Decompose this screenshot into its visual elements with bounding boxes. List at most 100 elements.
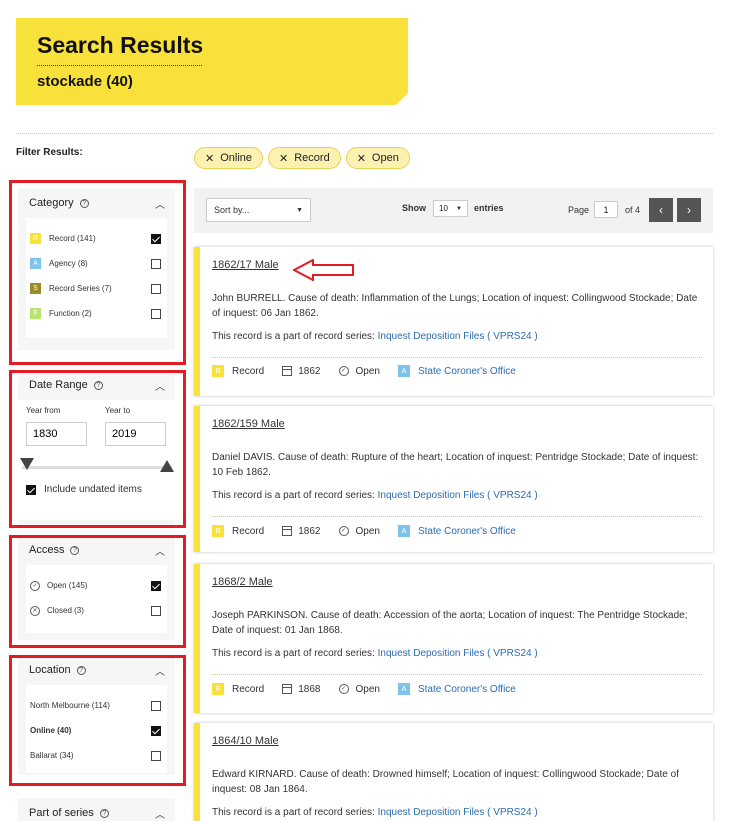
x-icon[interactable]: ✕ — [357, 152, 366, 165]
x-icon[interactable]: ✕ — [279, 152, 288, 165]
filter-chip-open[interactable]: ✕ Open — [345, 147, 410, 169]
meta-year: 1862 — [282, 365, 321, 377]
agency-tag-icon: A — [397, 525, 410, 537]
meta-agency: A State Coroner's Office — [397, 683, 516, 695]
record-tag-icon: R — [212, 525, 224, 537]
highlight-box-access — [9, 535, 186, 648]
chip-label: Open — [371, 152, 399, 164]
result-description: Edward KIRNARD. Cause of death: Drowned … — [212, 769, 679, 795]
result-title-link[interactable]: 1862/17 Male — [212, 259, 279, 271]
calendar-icon — [282, 366, 293, 376]
check-circle-icon: ✓ — [338, 526, 349, 536]
meta-type: R Record — [212, 683, 264, 695]
panel-title: Part of series — [29, 807, 94, 819]
search-results-header: Search Results stockade (40) — [16, 18, 408, 105]
meta-year: 1868 — [282, 683, 321, 695]
page-total: of 4 — [625, 205, 641, 215]
check-circle-icon: ✓ — [338, 366, 349, 376]
result-card: 1862/159 Male Daniel DAVIS. Cause of dea… — [194, 406, 713, 552]
result-meta: R Record 1868 ✓ Open A State Coroner's Offi… — [212, 683, 534, 695]
meta-type: R Record — [212, 525, 264, 537]
x-icon[interactable]: ✕ — [205, 152, 214, 165]
result-title-link[interactable]: 1862/159 Male — [212, 418, 285, 430]
series-link[interactable]: Inquest Deposition Files ( VPRS24 ) — [378, 331, 538, 342]
agency-link[interactable]: State Coroner's Office — [418, 526, 516, 537]
part-of-series-panel-header[interactable]: Part of series ? ︿ — [18, 798, 175, 821]
sort-placeholder: Sort by... — [214, 205, 250, 215]
series-link[interactable]: Inquest Deposition Files ( VPRS24 ) — [378, 648, 538, 659]
result-card: 1868/2 Male Joseph PARKINSON. Cause of d… — [194, 564, 713, 713]
series-link[interactable]: Inquest Deposition Files ( VPRS24 ) — [378, 807, 538, 818]
entries-per-page-value: 10 — [439, 204, 448, 213]
series-prefix: This record is a part of record series: — [212, 648, 375, 659]
next-page-button[interactable]: › — [677, 198, 701, 222]
meta-type-label: Record — [232, 683, 265, 695]
meta-year-label: 1862 — [298, 365, 321, 377]
meta-type: R Record — [212, 365, 264, 377]
result-title-link[interactable]: 1868/2 Male — [212, 576, 273, 588]
result-card: 1862/17 Male John BURRELL. Cause of deat… — [194, 247, 713, 396]
chevron-up-icon[interactable]: ︿ — [155, 806, 165, 821]
red-arrow-annotation — [293, 259, 354, 281]
result-meta: R Record 1862 ✓ Open A State Coroner's Offi… — [212, 525, 534, 537]
chip-label: Record — [294, 152, 330, 164]
meta-agency: A State Coroner's Office — [397, 365, 516, 377]
chevron-right-icon: › — [687, 203, 691, 217]
entries-label: entries — [474, 203, 504, 213]
result-meta: R Record 1862 ✓ Open A State Coroner's Offi… — [212, 365, 534, 377]
filter-chip-online[interactable]: ✕ Online — [194, 147, 264, 169]
result-series-line: This record is a part of record series: … — [212, 490, 538, 501]
result-series-line: This record is a part of record series: … — [212, 331, 538, 342]
entries-per-page-select[interactable]: 10 ▼ — [433, 200, 468, 217]
meta-year: 1862 — [282, 525, 321, 537]
sort-select[interactable]: Sort by... ▼ — [206, 198, 311, 222]
page-title: Search Results — [37, 32, 204, 58]
card-divider — [212, 674, 702, 675]
agency-link[interactable]: State Coroner's Office — [418, 684, 516, 695]
active-filters: ✕ Online ✕ Record ✕ Open — [194, 147, 410, 169]
help-icon[interactable]: ? — [99, 808, 109, 818]
highlight-box-location — [9, 655, 186, 786]
search-query-count: stockade (40) — [37, 73, 133, 90]
series-prefix: This record is a part of record series: — [212, 807, 375, 818]
record-tag-icon: R — [212, 365, 224, 377]
agency-tag-icon: A — [397, 683, 410, 695]
highlight-box-category — [9, 180, 186, 365]
filter-results-label: Filter Results: — [16, 147, 83, 158]
card-divider — [212, 357, 702, 358]
prev-page-button[interactable]: ‹ — [649, 198, 673, 222]
dropdown-arrow-icon: ▼ — [296, 206, 303, 214]
result-series-line: This record is a part of record series: … — [212, 807, 538, 818]
meta-access: ✓ Open — [338, 526, 380, 537]
show-label: Show — [402, 203, 426, 213]
agency-tag-icon: A — [397, 365, 410, 377]
agency-link[interactable]: State Coroner's Office — [418, 366, 516, 377]
meta-agency: A State Coroner's Office — [397, 525, 516, 537]
check-circle-icon: ✓ — [338, 684, 349, 694]
result-description: Joseph PARKINSON. Cause of death: Access… — [212, 610, 688, 636]
result-title-link[interactable]: 1864/10 Male — [212, 735, 279, 747]
meta-access-label: Open — [355, 365, 380, 377]
calendar-icon — [282, 526, 293, 536]
meta-year-label: 1862 — [298, 525, 321, 537]
result-series-line: This record is a part of record series: … — [212, 648, 538, 659]
meta-type-label: Record — [232, 525, 265, 537]
meta-year-label: 1868 — [298, 683, 321, 695]
result-card: 1864/10 Male Edward KIRNARD. Cause of de… — [194, 723, 713, 821]
meta-access: ✓ Open — [338, 365, 380, 377]
series-prefix: This record is a part of record series: — [212, 331, 375, 342]
meta-type-label: Record — [232, 365, 265, 377]
header-corner-cut — [396, 93, 408, 105]
result-description: Daniel DAVIS. Cause of death: Rupture of… — [212, 452, 699, 478]
page-label: Page — [568, 205, 590, 215]
page-number-input[interactable]: 1 — [594, 201, 618, 218]
result-description: John BURRELL. Cause of death: Inflammati… — [212, 293, 698, 319]
card-divider — [212, 516, 702, 517]
meta-access-label: Open — [355, 683, 380, 695]
series-link[interactable]: Inquest Deposition Files ( VPRS24 ) — [378, 490, 538, 501]
title-divider — [37, 65, 202, 66]
chevron-left-icon: ‹ — [659, 203, 663, 217]
series-prefix: This record is a part of record series: — [212, 490, 375, 501]
filter-chip-record[interactable]: ✕ Record — [268, 147, 341, 169]
meta-access: ✓ Open — [338, 683, 380, 695]
